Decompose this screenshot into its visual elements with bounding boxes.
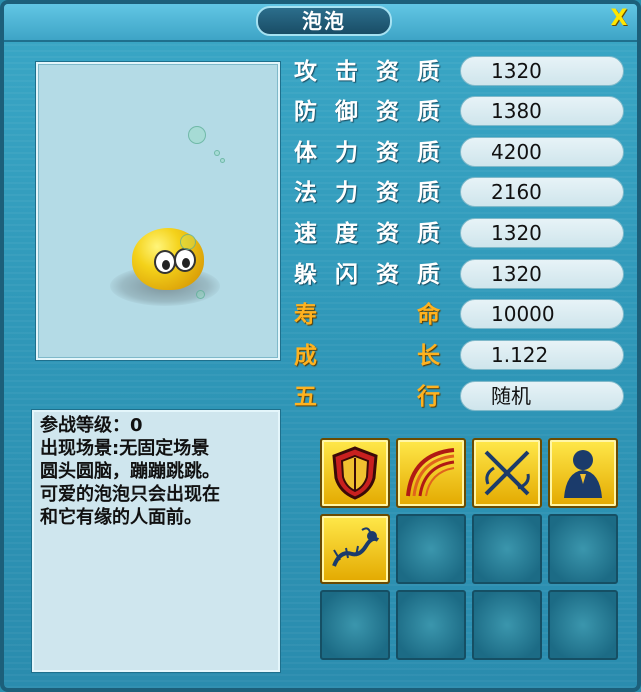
stat-row: 五行 随机 [294,379,624,415]
stat-value: 1380 [460,96,624,126]
skill-slot[interactable] [396,514,466,584]
stat-row: 防御资质 1380 [294,94,624,130]
skill-slot[interactable] [472,514,542,584]
appearance-scene-line: 出现场景:无固定场景 [40,438,210,459]
stat-label: 法力资质 [294,180,440,206]
bubble-dot [214,150,220,156]
stat-label: 防御资质 [294,99,440,125]
dragon-icon [332,527,380,567]
stat-row: 成长 1.122 [294,338,624,374]
description-line: 和它有缘的人面前。 [40,507,202,528]
bubble-dot [220,158,225,163]
battle-level-line: 参战等级：0 [40,415,143,436]
skill-slot[interactable] [472,590,542,660]
skill-slot[interactable] [548,514,618,584]
skill-slot[interactable] [396,438,466,508]
skill-slot[interactable] [548,590,618,660]
pet-description: 参战等级：0 出现场景:无固定场景 圆头圆脑，蹦蹦跳跳。 可爱的泡泡只会出现在 和它有缘… [32,410,280,672]
hooded-figure-icon [564,450,602,498]
stat-row: 寿命 10000 [294,297,624,333]
pet-eye [174,248,196,272]
stat-label: 体力资质 [294,140,440,166]
bubble-ring [180,234,196,250]
stat-value: 10000 [460,299,624,329]
stat-value: 2160 [460,177,624,207]
stat-row: 法力资质 2160 [294,175,624,211]
description-line: 圆头圆脑，蹦蹦跳跳。 [40,461,220,482]
description-line: 可爱的泡泡只会出现在 [40,484,220,505]
stat-row: 躲闪资质 1320 [294,257,624,293]
bow-icon [406,448,455,497]
skills-grid [320,438,620,660]
window-title: 泡泡 [256,6,392,36]
skill-slot[interactable] [320,590,390,660]
pet-info-window: 泡泡 X 攻击资质 1320 防御资质 1380 体力资质 4200 法力资质 … [0,0,641,692]
skill-slot[interactable] [320,438,390,508]
stat-value: 1320 [460,218,624,248]
stat-label: 寿命 [294,302,440,328]
title-bar: 泡泡 X [4,4,637,42]
stat-label: 速度资质 [294,221,440,247]
skill-slot[interactable] [396,590,466,660]
shield-icon [332,446,378,500]
bubble-small [188,126,206,144]
skill-slot[interactable] [472,438,542,508]
stat-value: 4200 [460,137,624,167]
stat-value: 1320 [460,259,624,289]
pet-preview [36,62,280,360]
stat-label: 五行 [294,384,440,410]
stat-label: 成长 [294,343,440,369]
stat-label: 躲闪资质 [294,262,440,288]
stat-row: 攻击资质 1320 [294,54,624,90]
stat-row: 速度资质 1320 [294,216,624,252]
crossed-swords-icon [484,450,530,496]
close-button[interactable]: X [608,8,630,30]
stat-value: 随机 [460,381,624,411]
skill-slot[interactable] [548,438,618,508]
stat-value: 1320 [460,56,624,86]
stat-value: 1.122 [460,340,624,370]
bubble-dot [196,290,205,299]
skill-slot[interactable] [320,514,390,584]
stat-row: 体力资质 4200 [294,135,624,171]
stat-label: 攻击资质 [294,59,440,85]
pet-eye [154,250,176,274]
